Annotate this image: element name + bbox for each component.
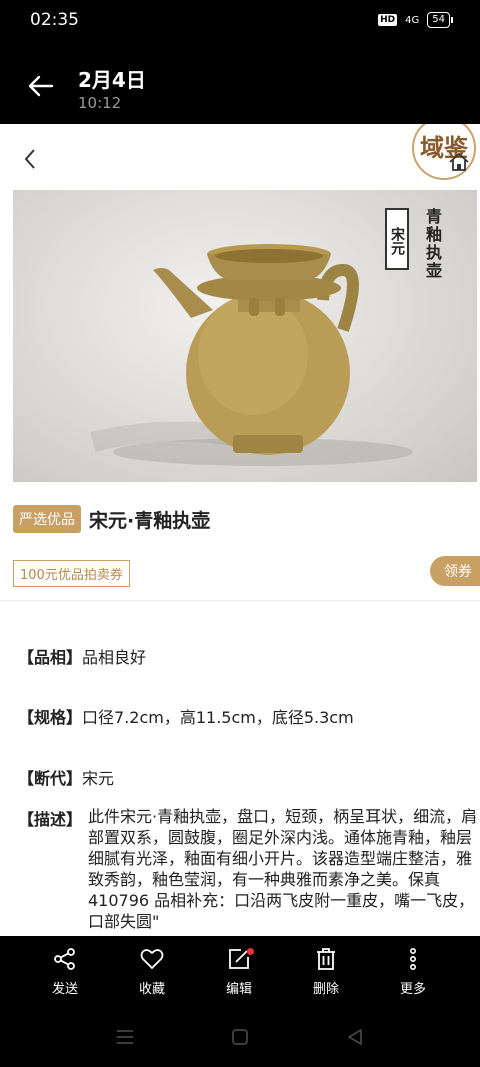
battery-icon: 54	[427, 12, 453, 28]
spec-key: 【品相】	[18, 648, 83, 667]
product-title: 宋元·青釉执壶	[89, 509, 211, 532]
photo-time: 10:12	[78, 94, 122, 112]
spec-key: 【断代】	[18, 769, 83, 788]
image-side-title: 青釉执壶	[423, 208, 442, 280]
edit-button[interactable]: 编辑	[204, 946, 274, 997]
status-bar: 02:35 HD 4G 54	[0, 0, 480, 44]
image-title-block: 宋元 青釉执壶	[385, 208, 447, 280]
divider	[0, 600, 480, 601]
heart-icon	[140, 949, 164, 969]
notification-dot	[247, 948, 254, 955]
more-dots-icon	[410, 947, 417, 970]
coupon-label[interactable]: 100元优品拍卖券	[13, 560, 130, 587]
delete-button[interactable]: 删除	[291, 946, 361, 997]
status-icons: HD 4G 54	[378, 12, 453, 28]
spec-dimensions: 【规格】口径7.2cm，高11.5cm，底径5.3cm	[18, 704, 354, 728]
spec-value: 宋元	[82, 769, 115, 788]
spec-key: 【规格】	[18, 708, 83, 727]
favorite-label: 收藏	[138, 982, 165, 997]
spec-dating: 【断代】宋元	[18, 765, 114, 789]
back-triangle-icon[interactable]	[344, 1026, 366, 1048]
edit-label: 编辑	[225, 982, 252, 997]
network-icon: 4G	[405, 14, 420, 26]
dynasty-badge: 宋元	[385, 208, 409, 270]
back-arrow-icon[interactable]	[28, 74, 54, 98]
product-image[interactable]: 宋元 青釉执壶	[13, 190, 477, 482]
share-icon	[54, 948, 75, 970]
status-time: 02:35	[30, 10, 79, 30]
spec-value: 品相良好	[82, 648, 147, 667]
photo-date: 2月4日	[78, 68, 146, 92]
favorite-button[interactable]: 收藏	[117, 946, 187, 997]
description-key: 【描述】	[18, 810, 83, 829]
screenshot-content[interactable]: 域鉴 宋元 青釉执壶 严选优品 宋元·青釉执壶 100元优品拍卖券 领券 【品相…	[0, 124, 480, 936]
send-button[interactable]: 发送	[30, 946, 100, 997]
hd-icon: HD	[378, 14, 398, 26]
more-button[interactable]: 更多	[378, 946, 448, 997]
claim-coupon-button[interactable]: 领券	[430, 556, 480, 586]
delete-label: 删除	[312, 982, 339, 997]
more-label: 更多	[399, 982, 426, 997]
title-row: 严选优品 宋元·青釉执壶	[13, 504, 210, 534]
viewer-header: 2月4日 10:12	[0, 44, 480, 124]
spec-value: 口径7.2cm，高11.5cm，底径5.3cm	[82, 708, 354, 727]
menu-icon[interactable]	[114, 1026, 136, 1048]
trash-icon	[317, 948, 335, 970]
send-label: 发送	[51, 982, 78, 997]
home-icon[interactable]	[448, 152, 470, 172]
system-nav-bar	[0, 1008, 480, 1067]
description: 【描述】 此件宋元·青釉执壶，盘口，短颈，柄呈耳状，细流，肩部置双系，圆鼓腹，圈…	[18, 806, 478, 932]
chevron-left-icon[interactable]	[20, 146, 40, 172]
bottom-toolbar: 发送 收藏 编辑 删除 更多	[0, 936, 480, 1008]
description-text: 此件宋元·青釉执壶，盘口，短颈，柄呈耳状，细流，肩部置双系，圆鼓腹，圈足外深内浅…	[88, 807, 478, 931]
selection-tag: 严选优品	[13, 505, 81, 533]
spec-condition: 【品相】品相良好	[18, 644, 146, 668]
home-square-icon[interactable]	[229, 1026, 251, 1048]
